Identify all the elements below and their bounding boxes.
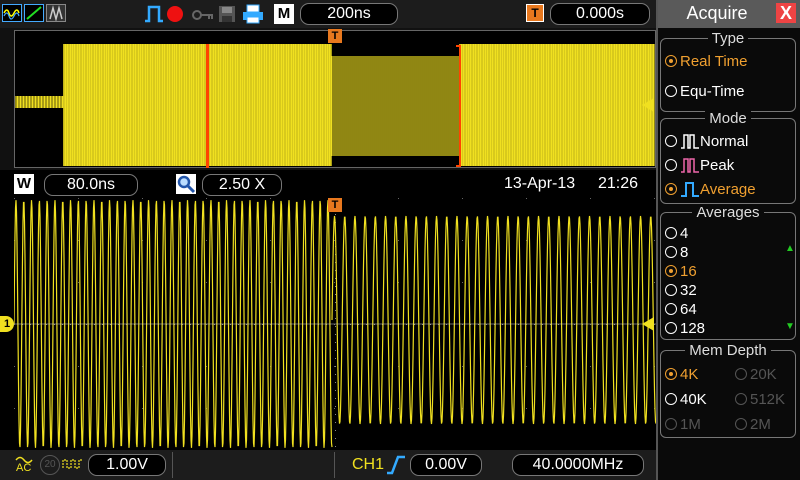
- radio-icon: [665, 227, 677, 239]
- normal-mode-icon: [681, 134, 699, 149]
- average-mode-icon: [681, 182, 699, 197]
- radio-icon: [665, 85, 677, 97]
- main-waveform-area: T: [13, 198, 657, 451]
- peak-mode-icon: [681, 158, 699, 173]
- save-icon[interactable]: [218, 5, 236, 23]
- mem-depth-option-2m[interactable]: 2M: [735, 416, 771, 434]
- m-timebase-icon: M: [274, 4, 294, 24]
- record-icon[interactable]: [167, 6, 183, 22]
- radio-icon: [735, 368, 747, 380]
- bottom-divider: [172, 452, 173, 478]
- averages-option-16[interactable]: 16: [665, 263, 697, 281]
- type-option-real-time[interactable]: Real Time: [665, 53, 748, 71]
- mem-depth-option-40k[interactable]: 40K: [665, 391, 707, 409]
- mem-depth-option-512k[interactable]: 512K: [735, 391, 785, 409]
- frequency-readout: 40.0000MHz: [512, 454, 644, 476]
- averages-section: Averages 4 8 16 32 64 128 ▲ ▼: [660, 204, 796, 340]
- trigger-position-readout[interactable]: 0.000s: [550, 3, 650, 25]
- mode-section: Mode Normal Peak Average: [660, 110, 796, 204]
- menu-title: Acquire: [686, 3, 748, 23]
- radio-icon: [665, 284, 677, 296]
- radio-selected-icon: [665, 55, 677, 67]
- mem-depth-heading: Mem Depth: [685, 342, 771, 359]
- averages-option-8[interactable]: 8: [665, 244, 688, 262]
- radio-icon: [665, 246, 677, 258]
- trigger-position-icon: T: [526, 4, 544, 22]
- scroll-up-icon[interactable]: ▲: [785, 243, 795, 254]
- mem-depth-option-1m[interactable]: 1M: [665, 416, 701, 434]
- type-heading: Type: [707, 30, 749, 47]
- timebase-readout[interactable]: 200ns: [300, 3, 398, 25]
- waveform-display-icon[interactable]: [2, 4, 22, 22]
- acquire-menu: Acquire X Type Real Time Equ-Time Mode N…: [656, 0, 800, 480]
- mode-option-peak[interactable]: Peak: [665, 156, 734, 175]
- menu-title-bar: Acquire X: [658, 0, 800, 28]
- type-section: Type Real Time Equ-Time: [660, 30, 796, 112]
- mem-depth-section: Mem Depth 4K 20K 40K 512K 1M 2M: [660, 342, 796, 438]
- zoom-readout[interactable]: 2.50 X: [202, 174, 282, 196]
- radio-selected-icon: [665, 265, 677, 277]
- trigger-level-readout[interactable]: 0.00V: [410, 454, 482, 476]
- main-waveform: [13, 198, 657, 451]
- radio-icon: [665, 159, 677, 171]
- close-icon[interactable]: X: [776, 3, 796, 23]
- mem-depth-option-4k[interactable]: 4K: [665, 366, 698, 384]
- time-readout: 21:26: [598, 175, 639, 192]
- bottom-divider: [334, 452, 335, 478]
- averages-option-32[interactable]: 32: [665, 282, 697, 300]
- persistence-icon[interactable]: [46, 4, 66, 22]
- mode-heading: Mode: [705, 110, 751, 127]
- radio-icon: [665, 322, 677, 334]
- radio-icon: [665, 303, 677, 315]
- overview-trace-segment: [459, 44, 655, 166]
- main-level-marker[interactable]: [642, 317, 654, 331]
- radio-icon: [735, 418, 747, 430]
- overview-level-marker[interactable]: [642, 98, 654, 112]
- coupling-label: AC: [16, 462, 32, 474]
- averages-option-64[interactable]: 64: [665, 301, 697, 319]
- overview-waveform-area: T: [14, 29, 656, 168]
- print-icon[interactable]: [242, 4, 264, 24]
- rising-edge-icon: [386, 454, 406, 476]
- trigger-source-label[interactable]: CH1: [352, 456, 384, 474]
- pulse-trigger-icon[interactable]: [144, 4, 164, 24]
- averages-heading: Averages: [692, 204, 764, 221]
- radio-selected-icon: [665, 368, 677, 380]
- bw-limit-icon: 20: [40, 455, 60, 475]
- radio-icon: [665, 418, 677, 430]
- radio-selected-icon: [665, 183, 677, 195]
- averages-option-4[interactable]: 4: [665, 225, 688, 243]
- overview-waveform: [14, 30, 656, 168]
- top-toolbar: M 200ns T 0.000s: [0, 0, 656, 28]
- mem-depth-option-20k[interactable]: 20K: [735, 366, 777, 384]
- ch1-ground-marker[interactable]: 1: [0, 316, 14, 332]
- mode-option-normal[interactable]: Normal: [665, 132, 748, 151]
- averages-option-128[interactable]: 128: [665, 320, 705, 338]
- radio-icon: [665, 135, 677, 147]
- oscilloscope-screen: { "top_bar": { "timebase": "200ns", "tri…: [0, 0, 800, 480]
- mode-option-average[interactable]: Average: [665, 180, 756, 199]
- zoom-icon: [176, 174, 196, 194]
- window-timebase-readout[interactable]: 80.0ns: [44, 174, 138, 196]
- bottom-toolbar: AC 20 1.00V CH1 0.00V 40.0000MHz: [0, 450, 656, 480]
- window-left-cursor[interactable]: [206, 44, 209, 168]
- radio-icon: [735, 393, 747, 405]
- date-readout: 13-Apr-13: [504, 175, 576, 192]
- radio-icon: [665, 393, 677, 405]
- overview-trigger-marker[interactable]: T: [328, 29, 342, 43]
- ac-coupling-icon: AC: [14, 454, 36, 476]
- overview-trace-segment: [15, 96, 65, 108]
- scroll-down-icon[interactable]: ▼: [785, 321, 795, 332]
- key-icon: [192, 8, 214, 20]
- window-toolbar: W 80.0ns 2.50 X 13-Apr-13 21:26: [0, 170, 656, 198]
- ch1-scale-readout[interactable]: 1.00V: [88, 454, 166, 476]
- main-trigger-marker[interactable]: T: [328, 198, 342, 212]
- w-window-icon: W: [14, 174, 34, 194]
- type-option-equ-time[interactable]: Equ-Time: [665, 83, 744, 101]
- xy-mode-icon[interactable]: [24, 4, 44, 22]
- probe-icon: [62, 456, 84, 472]
